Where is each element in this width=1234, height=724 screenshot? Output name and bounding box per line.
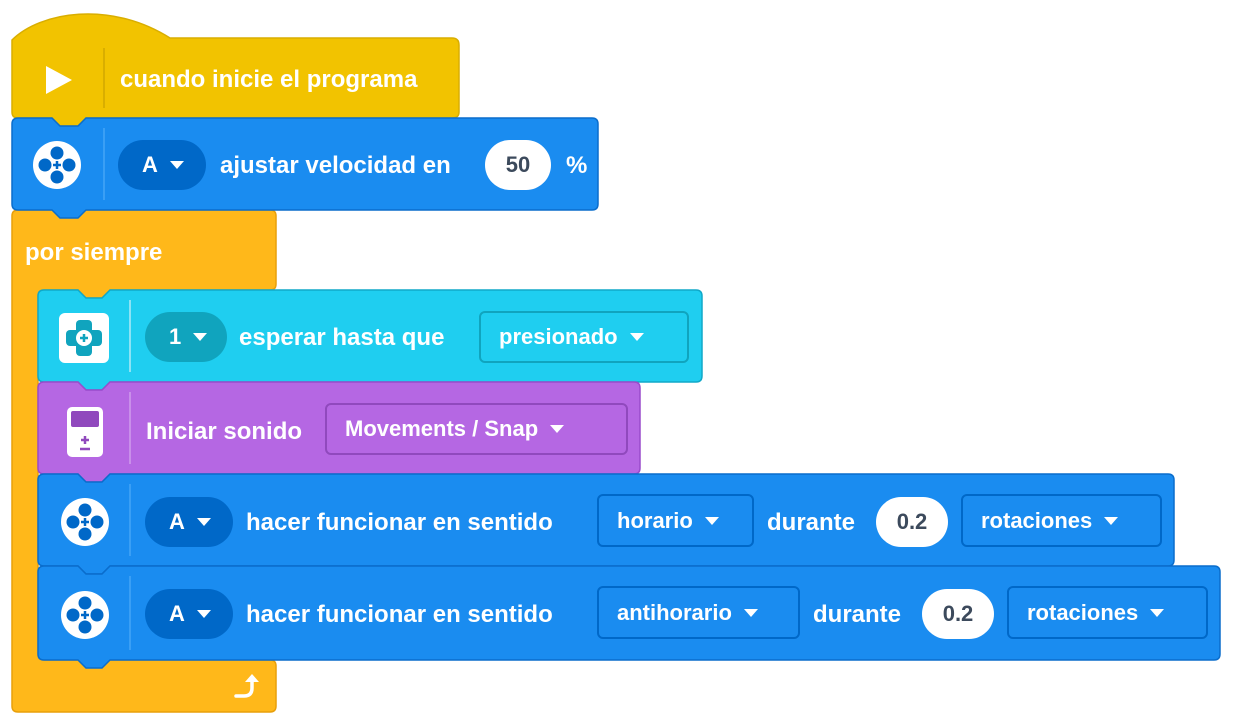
run1-port-dropdown[interactable]: A [145,497,233,547]
run2-direction-value: antihorario [617,599,732,625]
sound-value: Movements / Snap [345,416,539,441]
forever-block-label: por siempre [25,239,163,266]
chevron-down-icon [193,333,208,341]
run1-unit-dropdown[interactable]: rotaciones [961,494,1162,547]
force-sensor-icon [59,313,109,363]
chevron-down-icon [1150,608,1165,617]
motor-icon [33,141,81,189]
speed-port-value: A [142,152,158,177]
speed-port-dropdown[interactable]: A [118,140,206,190]
play-icon [46,66,72,94]
run2-value-input[interactable]: 0.2 [922,589,994,639]
chevron-down-icon [1104,516,1119,525]
wait-state-value: presionado [499,324,618,349]
speed-unit-label: % [566,152,588,179]
run1-direction-value: horario [617,507,693,533]
run2-label: hacer funcionar en sentido [246,601,553,628]
motor-icon [61,591,109,639]
chevron-down-icon [196,518,211,526]
speed-block-label: ajustar velocidad en [220,152,451,179]
run1-during-label: durante [767,509,856,536]
run2-port-dropdown[interactable]: A [145,589,233,639]
hub-icon [67,407,103,457]
sound-dropdown[interactable]: Movements / Snap [325,403,628,455]
chevron-down-icon [704,516,719,525]
loop-arrow-icon [234,674,259,698]
wait-port-value: 1 [169,324,182,349]
run1-unit-value: rotaciones [981,507,1093,533]
run2-unit-dropdown[interactable]: rotaciones [1007,586,1208,639]
run2-unit-value: rotaciones [1027,599,1139,625]
chevron-down-icon [629,333,644,341]
wait-state-dropdown[interactable]: presionado [479,311,689,363]
run1-label: hacer funcionar en sentido [246,509,553,536]
run1-direction-dropdown[interactable]: horario [597,494,754,547]
wait-port-dropdown[interactable]: 1 [145,312,227,362]
run1-value-input[interactable]: 0.2 [876,497,948,547]
chevron-down-icon [169,161,184,169]
run2-direction-dropdown[interactable]: antihorario [597,586,800,639]
chevron-down-icon [550,425,565,433]
run2-during-label: durante [813,601,902,628]
chevron-down-icon [743,608,758,617]
chevron-down-icon [196,610,211,618]
run1-port-value: A [169,509,185,534]
motor-icon [61,498,109,546]
wait-block-label: esperar hasta que [239,324,445,351]
run2-port-value: A [169,601,185,626]
speed-value-input[interactable]: 50 [485,140,551,190]
hat-block-label: cuando inicie el programa [120,66,418,93]
sound-block-label: Iniciar sonido [146,418,303,445]
